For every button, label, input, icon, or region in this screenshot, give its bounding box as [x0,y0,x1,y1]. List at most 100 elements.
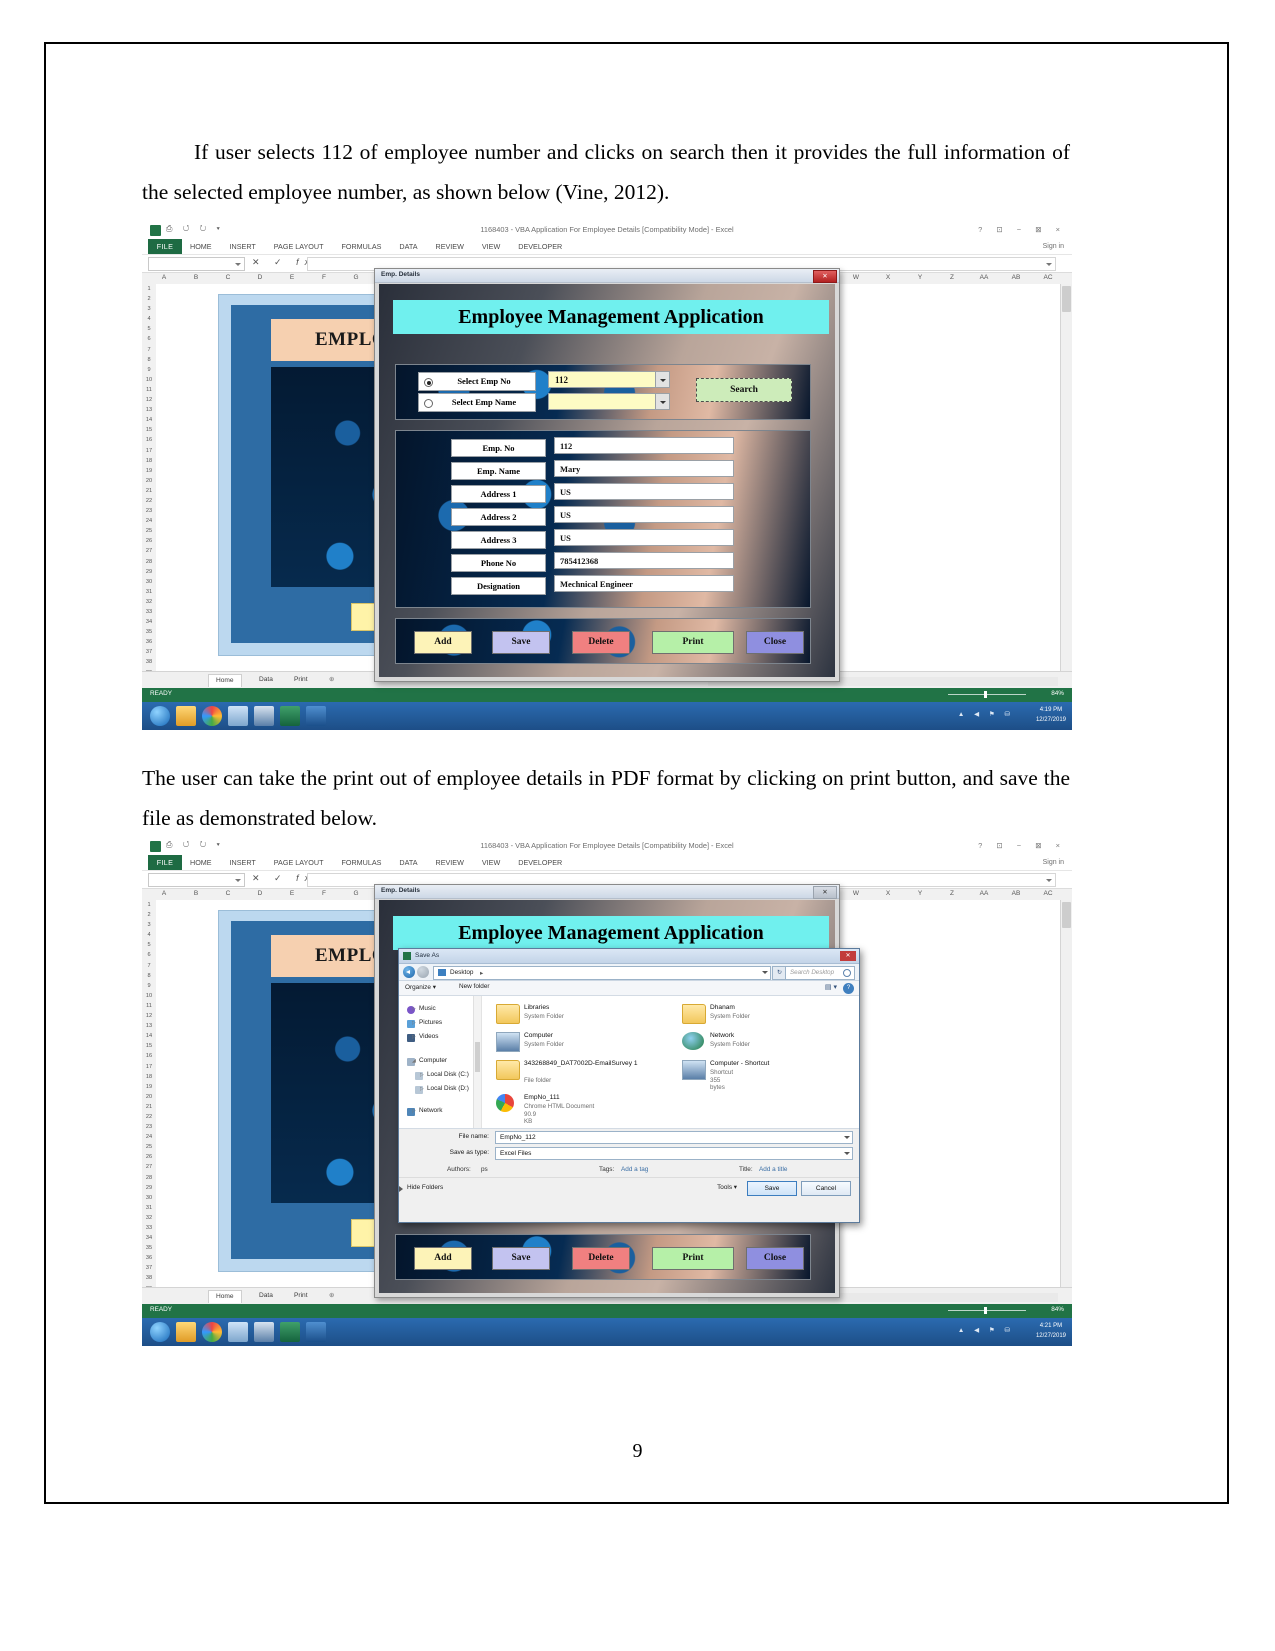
add-button-2[interactable]: Add [414,1247,472,1270]
tab-review-2[interactable]: REVIEW [436,858,464,867]
row-header-33[interactable]: 33 [142,607,156,617]
input-emp-name-1[interactable]: Mary [554,460,734,477]
tab-developer-2[interactable]: DEVELOPER [518,858,562,867]
row-header-13[interactable]: 13 [142,1021,156,1031]
row-header-26[interactable]: 26 [142,536,156,546]
add-sheet-button[interactable]: ⊕ [322,674,342,686]
save-type-dropdown-icon[interactable] [844,1152,850,1155]
sidebar-item-local-disk-d[interactable]: Local Disk (D:) ▷ [420,1085,469,1092]
row-header-9[interactable]: 9 [142,365,156,375]
file-list[interactable]: Libraries System Folder Dhanam System Fo… [482,996,859,1128]
row-header-7[interactable]: 7 [142,961,156,971]
row-header-30[interactable]: 30 [142,1193,156,1203]
excel-taskbar-icon[interactable] [280,706,300,726]
form-close-button-2[interactable]: ✕ [813,886,837,899]
sidebar-item-local-disk-c[interactable]: Local Disk (C:) ▷ [420,1071,469,1078]
row-header-37[interactable]: 37 [142,1263,156,1273]
row-header-25[interactable]: 25 [142,526,156,536]
row-header-5[interactable]: 5 [142,940,156,950]
cancel-button[interactable]: Cancel [801,1181,851,1196]
input-address-2-1[interactable]: US [554,506,734,523]
tab-data[interactable]: DATA [399,242,417,251]
column-header-C[interactable]: C [212,274,244,281]
hide-folders-button[interactable]: Hide Folders [398,1184,443,1192]
tab-view-2[interactable]: VIEW [482,858,500,867]
row-header-2[interactable]: 2 [142,294,156,304]
column-header-Y[interactable]: Y [904,890,936,897]
zoom-level[interactable]: 84% [1051,690,1064,697]
row-header-3[interactable]: 3 [142,920,156,930]
help-icon[interactable]: ? [843,983,854,994]
window-buttons-2[interactable]: ? ⊡ − ⊠ × [978,841,1066,850]
row-header-7[interactable]: 7 [142,345,156,355]
save-button-2[interactable]: Save [492,1247,550,1270]
sheet-tab-home[interactable]: Home [208,674,242,687]
column-header-AA[interactable]: AA [968,890,1000,897]
save-button-1[interactable]: Save [492,631,550,654]
file-name-input[interactable]: EmpNo_112 [495,1131,853,1144]
row-header-27[interactable]: 27 [142,1162,156,1172]
ribbon-tab-list[interactable]: HOME INSERT PAGE LAYOUT FORMULAS DATA RE… [190,239,578,254]
sidebar-item-music[interactable]: Music ▷ [412,1005,436,1012]
column-header-AC[interactable]: AC [1032,890,1064,897]
chrome-icon-2[interactable] [202,1322,222,1342]
save-button[interactable]: Save [747,1181,797,1196]
row-header-22[interactable]: 22 [142,1112,156,1122]
column-header-AA[interactable]: AA [968,274,1000,281]
row-header-30[interactable]: 30 [142,577,156,587]
row-header-9[interactable]: 9 [142,981,156,991]
row-header-15[interactable]: 15 [142,1041,156,1051]
tab-view[interactable]: VIEW [482,242,500,251]
chevron-down-icon-1[interactable] [655,372,669,387]
row-header-8[interactable]: 8 [142,355,156,365]
vertical-scroll-thumb-2[interactable] [1062,902,1071,928]
row-header-19[interactable]: 19 [142,466,156,476]
row-header-10[interactable]: 10 [142,375,156,385]
forward-icon[interactable] [417,966,429,978]
combo-emp-name-1[interactable] [548,393,670,410]
row-header-12[interactable]: 12 [142,395,156,405]
row-header-6[interactable]: 6 [142,334,156,344]
sidebar-item-computer[interactable]: Computer ◢ [412,1057,447,1064]
row-header-29[interactable]: 29 [142,1183,156,1193]
sidebar-item-pictures[interactable]: Pictures ▷ [412,1019,442,1026]
column-header-C[interactable]: C [212,890,244,897]
column-header-A[interactable]: A [148,890,180,897]
row-header-17[interactable]: 17 [142,446,156,456]
row-header-21[interactable]: 21 [142,1102,156,1112]
sign-in-link-2[interactable]: Sign in [1043,855,1064,870]
column-header-G[interactable]: G [340,890,372,897]
print-button-1[interactable]: Print [652,631,734,654]
system-tray-2[interactable]: ▲ ◀ ⚑ ⛁ [958,1326,1014,1334]
column-header-E[interactable]: E [276,274,308,281]
row-header-1[interactable]: 1 [142,900,156,910]
row-header-32[interactable]: 32 [142,1213,156,1223]
row-header-11[interactable]: 11 [142,1001,156,1011]
start-icon-2[interactable] [150,1322,170,1342]
tab-insert[interactable]: INSERT [230,242,256,251]
taskbar-clock-2[interactable]: 4:21 PM 12/27/2019 [1036,1321,1066,1341]
tags-value[interactable]: Add a tag [621,1166,648,1173]
row-header-23[interactable]: 23 [142,1122,156,1132]
row-header-4[interactable]: 4 [142,930,156,940]
chevron-down-icon-2[interactable] [655,394,669,409]
column-header-AB[interactable]: AB [1000,274,1032,281]
row-header-4[interactable]: 4 [142,314,156,324]
explorer-icon[interactable] [176,706,196,726]
row-header-27[interactable]: 27 [142,546,156,556]
name-box[interactable] [148,257,245,271]
authors-value[interactable]: ps [481,1166,488,1173]
row-header-13[interactable]: 13 [142,405,156,415]
row-header-10[interactable]: 10 [142,991,156,1001]
row-header-1[interactable]: 1 [142,284,156,294]
delete-button-2[interactable]: Delete [572,1247,630,1270]
tools-button[interactable]: Tools ▾ [717,1183,737,1191]
sheet-tab-data-2[interactable]: Data [252,1290,280,1302]
input-address-3-1[interactable]: US [554,529,734,546]
row-header-36[interactable]: 36 [142,637,156,647]
ribbon-tab-list-2[interactable]: HOME INSERT PAGE LAYOUT FORMULAS DATA RE… [190,855,578,870]
row-header-8[interactable]: 8 [142,971,156,981]
row-header-18[interactable]: 18 [142,456,156,466]
sidebar-scroll-thumb[interactable] [475,1042,480,1072]
view-mode-icon[interactable]: ▤ ▾ [825,983,837,991]
